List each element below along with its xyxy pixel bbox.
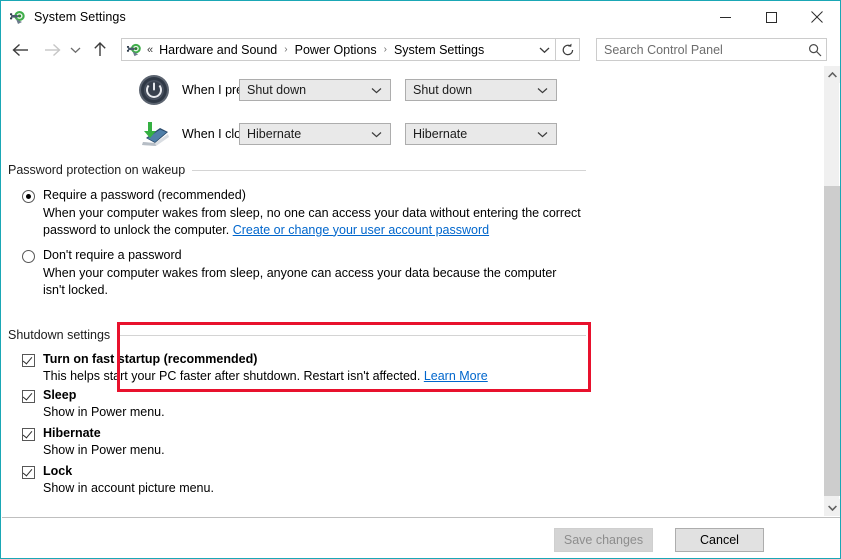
address-bar[interactable]: « Hardware and Sound › Power Options › S… xyxy=(121,38,556,61)
minimize-icon[interactable] xyxy=(702,1,748,33)
caption-button-group xyxy=(702,1,840,33)
lock-label: Lock xyxy=(43,464,72,478)
address-toolbar: « Hardware and Sound › Power Options › S… xyxy=(1,34,840,65)
breadcrumb-separator: › xyxy=(384,45,387,55)
password-protection-title: Password protection on wakeup xyxy=(8,163,192,177)
lock-description: Show in account picture menu. xyxy=(43,481,214,495)
fast-startup-checkbox-row[interactable]: Turn on fast startup (recommended) xyxy=(22,352,488,367)
require-password-option[interactable]: Require a password (recommended) When yo… xyxy=(22,188,583,238)
sleep-label: Sleep xyxy=(43,388,76,402)
settings-content-pane: When I press the power button: Shut down… xyxy=(2,66,823,516)
dont-require-password-radio[interactable] xyxy=(22,250,35,263)
group-divider xyxy=(117,335,586,336)
power-button-on-battery-value: Shut down xyxy=(247,83,306,97)
learn-more-link[interactable]: Learn More xyxy=(424,369,488,383)
lock-checkbox-row[interactable]: Lock xyxy=(22,464,214,479)
require-password-radio-row[interactable]: Require a password (recommended) xyxy=(22,188,583,203)
fast-startup-checkbox[interactable] xyxy=(22,354,35,367)
require-password-radio[interactable] xyxy=(22,190,35,203)
power-button-icon xyxy=(138,74,170,106)
close-icon[interactable] xyxy=(794,1,840,33)
close-lid-on-battery-value: Hibernate xyxy=(247,127,301,141)
search-input[interactable]: Search Control Panel xyxy=(596,38,827,61)
breadcrumb-separator: › xyxy=(284,45,287,55)
power-button-on-battery-dropdown[interactable]: Shut down xyxy=(239,79,391,101)
sleep-checkbox-row[interactable]: Sleep xyxy=(22,388,165,403)
fast-startup-option[interactable]: Turn on fast startup (recommended) This … xyxy=(22,352,488,383)
save-changes-button[interactable]: Save changes xyxy=(554,528,653,552)
content-scrollbar[interactable] xyxy=(823,66,839,516)
require-password-label: Require a password (recommended) xyxy=(43,188,246,202)
dont-require-password-radio-row[interactable]: Don't require a password xyxy=(22,248,563,263)
scroll-down-icon[interactable] xyxy=(824,499,840,516)
sleep-description: Show in Power menu. xyxy=(43,405,165,419)
search-icon[interactable] xyxy=(804,39,826,60)
shutdown-settings-title: Shutdown settings xyxy=(8,328,117,342)
close-lid-plugged-in-value: Hibernate xyxy=(413,127,467,141)
window-title: System Settings xyxy=(34,10,126,24)
chevron-down-icon[interactable] xyxy=(533,39,555,60)
breadcrumb-item-hardware-and-sound[interactable]: Hardware and Sound xyxy=(158,43,278,57)
hibernate-description: Show in Power menu. xyxy=(43,443,165,457)
maximize-icon[interactable] xyxy=(748,1,794,33)
lock-option[interactable]: Lock Show in account picture menu. xyxy=(22,464,214,495)
chevron-down-icon[interactable] xyxy=(537,131,548,138)
back-arrow-icon[interactable] xyxy=(8,38,32,62)
shutdown-settings-group-header: Shutdown settings xyxy=(8,328,586,342)
refresh-icon[interactable] xyxy=(556,38,580,61)
power-button-plugged-in-value: Shut down xyxy=(413,83,472,97)
chevron-down-icon[interactable] xyxy=(371,131,382,138)
dont-require-password-option[interactable]: Don't require a password When your compu… xyxy=(22,248,563,298)
dont-require-password-description: When your computer wakes from sleep, any… xyxy=(43,265,563,298)
hibernate-checkbox[interactable] xyxy=(22,428,35,441)
group-divider xyxy=(192,170,586,171)
hibernate-label: Hibernate xyxy=(43,426,101,440)
breadcrumb-item-power-options[interactable]: Power Options xyxy=(294,43,378,57)
search-placeholder: Search Control Panel xyxy=(604,43,804,57)
address-power-options-icon xyxy=(126,42,142,58)
system-settings-window: System Settings xyxy=(0,0,841,559)
close-lid-plugged-in-dropdown[interactable]: Hibernate xyxy=(405,123,557,145)
hibernate-option[interactable]: Hibernate Show in Power menu. xyxy=(22,426,165,457)
hibernate-checkbox-row[interactable]: Hibernate xyxy=(22,426,165,441)
chevron-down-icon[interactable] xyxy=(537,87,548,94)
require-password-description: When your computer wakes from sleep, no … xyxy=(43,205,583,238)
chevron-down-icon[interactable] xyxy=(371,87,382,94)
title-bar: System Settings xyxy=(1,1,840,33)
create-change-password-link[interactable]: Create or change your user account passw… xyxy=(233,223,489,237)
fast-startup-description-text: This helps start your PC faster after sh… xyxy=(43,369,424,383)
dialog-button-bar: Save changes Cancel xyxy=(2,517,840,559)
power-button-plugged-in-dropdown[interactable]: Shut down xyxy=(405,79,557,101)
recent-locations-icon[interactable] xyxy=(66,38,84,62)
sleep-checkbox[interactable] xyxy=(22,390,35,403)
scroll-up-icon[interactable] xyxy=(824,66,840,83)
scrollbar-thumb[interactable] xyxy=(824,186,840,496)
breadcrumb-overflow[interactable]: « xyxy=(147,44,153,56)
close-lid-on-battery-dropdown[interactable]: Hibernate xyxy=(239,123,391,145)
password-protection-group-header: Password protection on wakeup xyxy=(8,163,586,177)
power-options-icon xyxy=(9,9,26,26)
breadcrumb-item-system-settings[interactable]: System Settings xyxy=(393,43,485,57)
up-arrow-icon[interactable] xyxy=(88,38,112,62)
cancel-button[interactable]: Cancel xyxy=(675,528,764,552)
dont-require-password-label: Don't require a password xyxy=(43,248,182,262)
forward-arrow-icon xyxy=(40,38,64,62)
laptop-lid-icon xyxy=(138,118,170,150)
lock-checkbox[interactable] xyxy=(22,466,35,479)
fast-startup-description: This helps start your PC faster after sh… xyxy=(43,369,488,383)
fast-startup-label: Turn on fast startup (recommended) xyxy=(43,352,257,366)
sleep-option[interactable]: Sleep Show in Power menu. xyxy=(22,388,165,419)
